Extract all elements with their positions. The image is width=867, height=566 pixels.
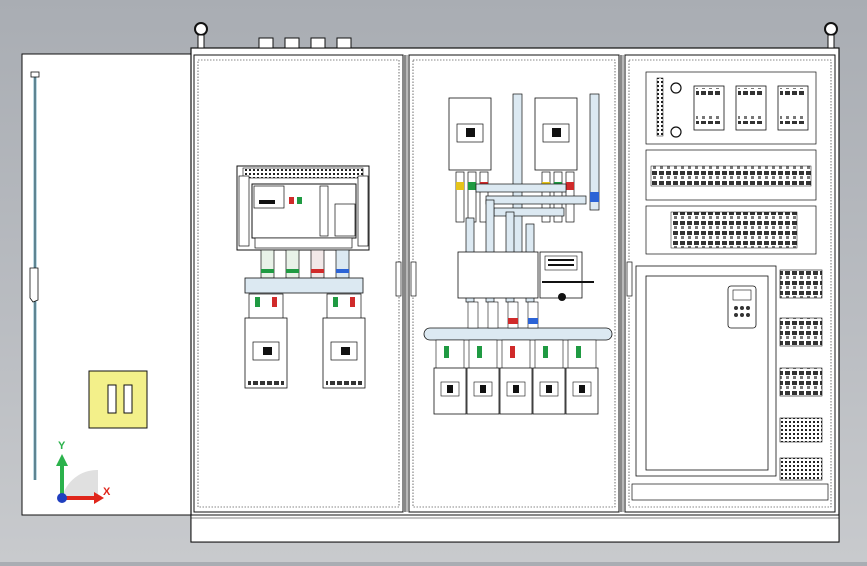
hinge-icon (626, 261, 633, 297)
y-axis-label: Y (58, 440, 66, 452)
x-axis-label: X (103, 486, 111, 498)
relay-row (645, 205, 817, 255)
control-top-area (645, 71, 817, 145)
bottom-rail (631, 483, 829, 501)
main-air-circuit-breaker (236, 165, 370, 251)
left-door (21, 53, 193, 516)
vfd-panel (635, 265, 777, 477)
cad-viewport: Y X (0, 0, 867, 562)
feeder-breakers (433, 339, 599, 415)
hinge-icon (395, 261, 402, 297)
electrical-cabinet-drawing (21, 22, 840, 543)
terminal-strip-1 (645, 149, 817, 201)
vfd-keypad-icon (727, 285, 757, 329)
handle-plate (88, 370, 148, 429)
top-brackets (258, 37, 352, 49)
door-handle-icon (29, 267, 39, 303)
transfer-switch (457, 251, 594, 301)
lifting-eye-icon (824, 22, 838, 49)
hinge-icon (410, 261, 417, 297)
lifting-eye-icon (194, 22, 208, 49)
